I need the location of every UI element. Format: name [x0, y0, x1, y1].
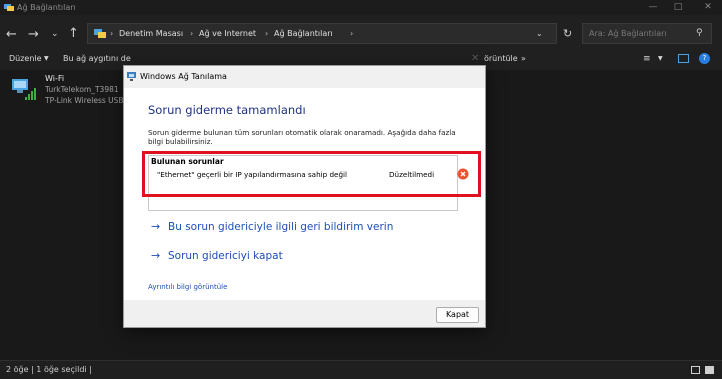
maximize-icon[interactable]: □	[666, 0, 690, 15]
adapter-network: TurkTelekom_T3981	[45, 85, 119, 94]
up-icon[interactable]: ↑	[68, 27, 79, 40]
breadcrumb-separator-icon: ›	[265, 29, 269, 38]
chevron-down-icon[interactable]: ▼	[658, 48, 663, 70]
details-view-icon[interactable]	[691, 366, 700, 374]
feedback-link[interactable]: Bu sorun gidericiyle ilgili geri bildiri…	[168, 221, 393, 233]
close-troubleshooter-link[interactable]: Sorun gidericiyi kapat	[168, 250, 283, 262]
view-options-icon[interactable]: ≡	[643, 48, 651, 70]
adapter-name[interactable]: Wi-Fi	[45, 74, 64, 83]
disable-device-button[interactable]: Bu ağ aygıtını de	[63, 48, 131, 70]
close-button[interactable]: Kapat	[436, 307, 479, 323]
recent-locations-icon[interactable]: ⌄	[51, 28, 59, 41]
search-icon[interactable]: ⚲	[696, 24, 703, 43]
forward-icon[interactable]: →	[28, 28, 39, 41]
help-icon[interactable]: ?	[699, 53, 710, 64]
refresh-icon[interactable]: ↻	[563, 27, 572, 40]
view-status-button[interactable]: örüntüle	[484, 48, 518, 70]
arrow-right-icon: →	[151, 249, 161, 262]
dialog-heading: Sorun giderme tamamlandı	[148, 103, 306, 117]
window-title: Ağ Bağlantıları	[17, 3, 76, 12]
control-panel-icon	[94, 29, 106, 38]
breadcrumb-separator-icon: ›	[190, 29, 194, 38]
dialog-description: Sorun giderme bulunan tüm sorunları otom…	[148, 128, 456, 146]
tiles-view-icon[interactable]	[705, 366, 714, 374]
diagnostics-icon	[127, 72, 136, 81]
details-link[interactable]: Ayrıntılı bilgi görüntüle	[148, 283, 227, 291]
status-text: 2 öğe | 1 öğe seçildi |	[6, 365, 92, 374]
organize-button[interactable]: Düzenle	[9, 48, 42, 70]
status-bar: 2 öğe | 1 öğe seçildi |	[0, 360, 722, 379]
breadcrumb-separator-icon: ›	[110, 29, 114, 38]
more-commands-button[interactable]: »	[521, 48, 526, 70]
close-icon[interactable]: ✕	[471, 53, 479, 64]
back-icon[interactable]: ←	[6, 28, 17, 41]
preview-pane-icon[interactable]	[678, 54, 689, 63]
breadcrumb-network-connections[interactable]: Ağ Bağlantıları	[274, 24, 333, 43]
minimize-icon[interactable]: —	[641, 0, 665, 15]
dialog-title: Windows Ağ Tanılama	[140, 72, 227, 81]
title-bar: Ağ Bağlantıları — □ ✕	[0, 0, 722, 15]
issue-highlight-box	[142, 151, 481, 197]
network-connections-icon	[4, 4, 14, 11]
wifi-adapter-icon	[12, 79, 36, 100]
search-placeholder: Ara: Ağ Bağlantıları	[589, 29, 667, 38]
address-bar[interactable]: › Denetim Masası › Ağ ve Internet › Ağ B…	[87, 23, 557, 44]
breadcrumb-network-internet[interactable]: Ağ ve Internet	[199, 24, 256, 43]
arrow-right-icon: →	[151, 220, 161, 233]
chevron-down-icon[interactable]: ⌄	[536, 24, 543, 43]
adapter-device: TP-Link Wireless USB A	[45, 96, 132, 105]
chevron-down-icon: ▼	[44, 55, 49, 62]
dialog-footer: Kapat	[124, 300, 485, 327]
close-icon[interactable]: ✕	[696, 0, 720, 15]
breadcrumb-control-panel[interactable]: Denetim Masası	[119, 24, 183, 43]
search-input[interactable]: Ara: Ağ Bağlantıları ⚲	[582, 23, 712, 44]
breadcrumb-separator-icon: ›	[350, 29, 354, 38]
